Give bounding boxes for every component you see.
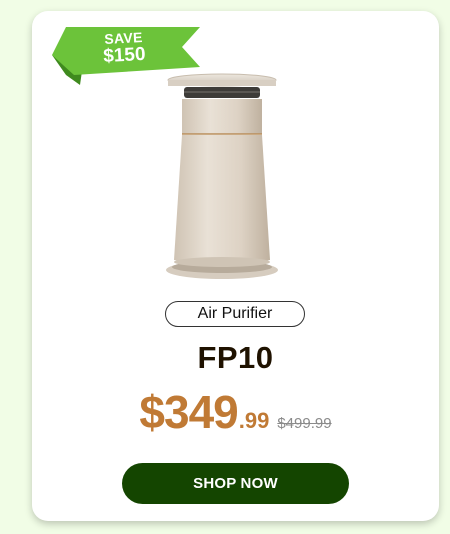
price-cents: .99 bbox=[238, 408, 270, 433]
air-purifier-image[interactable] bbox=[160, 70, 300, 290]
price-dollars: $349 bbox=[139, 386, 238, 438]
save-badge-amount: $150 bbox=[102, 43, 147, 68]
shop-now-button[interactable]: SHOP NOW bbox=[122, 463, 349, 504]
product-model: FP10 bbox=[197, 340, 274, 375]
original-price: $499.99 bbox=[277, 415, 332, 432]
category-label: Air Purifier bbox=[165, 301, 305, 327]
price: $349.99 $499.99 bbox=[32, 385, 439, 439]
